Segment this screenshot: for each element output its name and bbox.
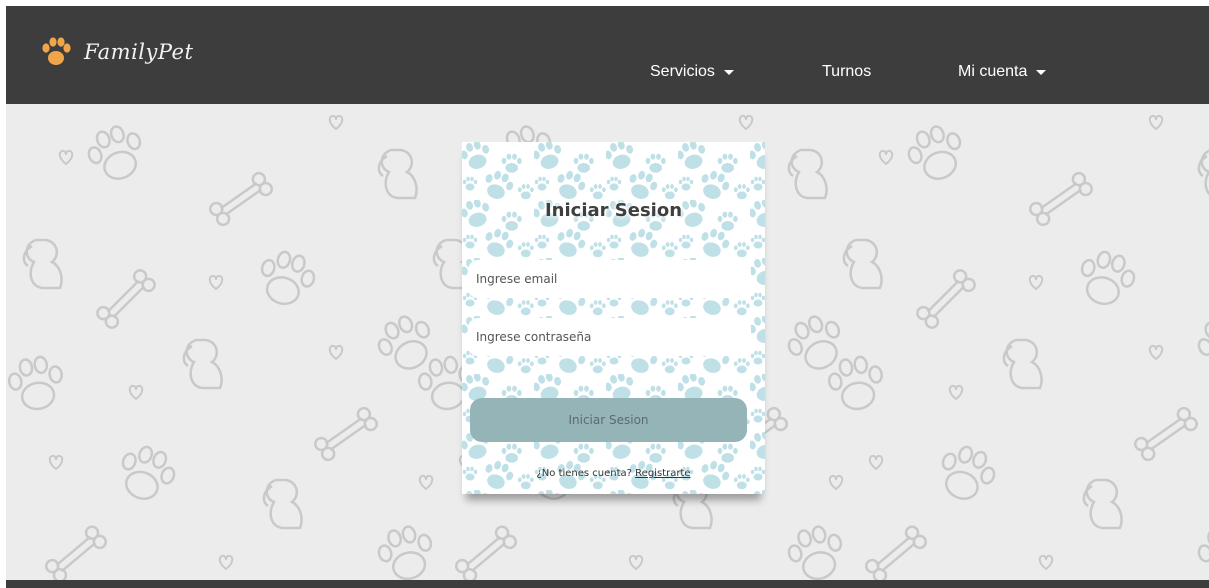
chevron-down-icon [723, 69, 734, 75]
brand-logo-link[interactable]: FamilyPet [36, 36, 193, 68]
chevron-down-icon [1036, 69, 1047, 75]
nav-mi-cuenta[interactable]: Mi cuenta [958, 63, 1047, 81]
password-field[interactable] [468, 318, 751, 356]
email-field[interactable] [468, 260, 751, 298]
nav-servicios-label: Servicios [650, 63, 715, 80]
nav-turnos[interactable]: Turnos [822, 63, 871, 81]
footer-bar [6, 580, 1209, 588]
paw-icon [42, 37, 71, 65]
login-card: Iniciar Sesion Iniciar Sesion ¿No tienes… [462, 142, 765, 494]
login-title: Iniciar Sesion [544, 200, 683, 221]
navbar: FamilyPet Servicios Turnos Mi cuenta [6, 6, 1209, 104]
login-button[interactable]: Iniciar Sesion [470, 398, 747, 442]
nav-servicios[interactable]: Servicios [650, 63, 734, 81]
page: FamilyPet Servicios Turnos Mi cuenta Ini… [6, 6, 1209, 588]
nav-turnos-label: Turnos [822, 63, 872, 80]
nav-mi-cuenta-label: Mi cuenta [958, 63, 1028, 80]
brand-name: FamilyPet [84, 40, 194, 64]
register-link[interactable]: Registrarte [635, 468, 690, 479]
register-prompt: ¿No tienes cuenta? Registrarte [462, 468, 765, 479]
register-prompt-text: ¿No tienes cuenta? [536, 468, 632, 479]
